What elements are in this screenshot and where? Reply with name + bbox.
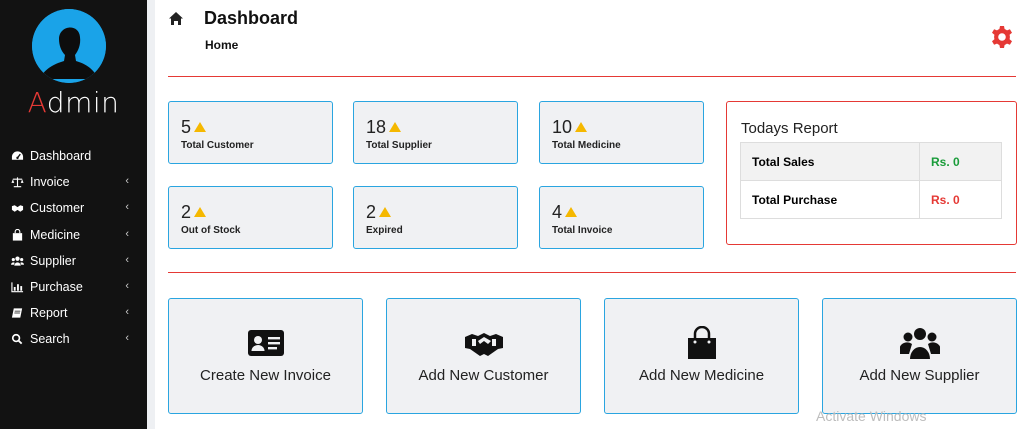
handshake-icon	[464, 333, 503, 356]
table-row: Total Purchase Rs. 0	[740, 180, 1002, 219]
users-icon	[9, 255, 25, 267]
stat-value: 5	[181, 117, 192, 137]
add-new-medicine-button[interactable]: Add New Medicine	[604, 298, 799, 414]
action-label: Add New Customer	[418, 367, 549, 384]
chevron-left-icon: ‹	[125, 306, 129, 319]
chevron-left-icon: ‹	[125, 332, 129, 345]
action-label: Add New Medicine	[638, 367, 765, 384]
sidebar-item-label: Purchase	[30, 280, 83, 295]
stat-card-total-invoice[interactable]: 4 Total Invoice	[539, 186, 704, 249]
warning-triangle-icon	[194, 122, 207, 132]
sidebar-item-label: Search	[30, 332, 70, 347]
avatar	[32, 9, 106, 83]
tachometer-icon	[9, 150, 25, 162]
stat-label: Total Customer	[181, 140, 254, 151]
stat-label: Total Medicine	[552, 140, 621, 151]
activation-watermark: Activate Windows	[816, 408, 927, 424]
report-row-value: Rs. 0	[919, 142, 1002, 181]
stat-card-total-customer[interactable]: 5 Total Customer	[168, 101, 333, 164]
chevron-left-icon: ‹	[125, 279, 129, 292]
handshake-icon	[9, 202, 25, 214]
report-row-label: Total Sales	[740, 142, 920, 181]
report-title: Todays Report	[741, 120, 838, 137]
sidebar-item-label: Supplier	[30, 253, 76, 268]
add-new-customer-button[interactable]: Add New Customer	[386, 298, 581, 414]
sidebar-item-invoice[interactable]: Invoice ‹	[0, 169, 147, 195]
stat-card-expired[interactable]: 2 Expired	[353, 186, 518, 249]
chevron-left-icon: ‹	[125, 201, 129, 214]
add-new-supplier-button[interactable]: Add New Supplier	[822, 298, 1017, 414]
sidebar-item-label: Medicine	[30, 227, 81, 242]
chevron-left-icon: ‹	[125, 253, 129, 266]
sidebar-item-purchase[interactable]: Purchase ‹	[0, 274, 147, 300]
stat-card-total-medicine[interactable]: 10 Total Medicine	[539, 101, 704, 164]
divider	[168, 272, 1016, 273]
sidebar-item-label: Invoice	[30, 175, 70, 190]
report-row-value: Rs. 0	[919, 180, 1002, 219]
id-card-icon	[247, 330, 284, 356]
stat-value: 2	[181, 202, 192, 222]
stat-card-out-of-stock[interactable]: 2 Out of Stock	[168, 186, 333, 249]
shopping-bag-icon	[687, 326, 716, 359]
book-icon	[9, 307, 25, 319]
sidebar-item-label: Dashboard	[30, 149, 92, 164]
stat-value: 2	[366, 202, 377, 222]
page-title: Dashboard	[204, 8, 299, 28]
report-row-label: Total Purchase	[740, 180, 920, 219]
gear-icon[interactable]	[990, 25, 1014, 49]
sidebar-item-search[interactable]: Search ‹	[0, 326, 147, 352]
sidebar-item-customer[interactable]: Customer ‹	[0, 195, 147, 221]
sidebar-item-report[interactable]: Report ‹	[0, 300, 147, 326]
breadcrumb[interactable]: Home	[205, 38, 238, 52]
report-table: Total Sales Rs. 0 Total Purchase Rs. 0	[740, 142, 1002, 219]
stat-card-total-supplier[interactable]: 18 Total Supplier	[353, 101, 518, 164]
stat-label: Out of Stock	[181, 225, 241, 236]
shopping-bag-icon	[9, 228, 25, 241]
stat-label: Expired	[366, 225, 403, 236]
balance-scale-icon	[9, 176, 25, 188]
warning-triangle-icon	[379, 207, 392, 217]
warning-triangle-icon	[575, 122, 588, 132]
main-content: Dashboard Home 5 Total Customer 18 Total…	[155, 0, 1024, 429]
todays-report-panel: Todays Report Total Sales Rs. 0 Total Pu…	[726, 101, 1017, 245]
table-row: Total Sales Rs. 0	[740, 142, 1002, 181]
home-icon[interactable]	[168, 11, 184, 26]
action-label: Add New Supplier	[859, 367, 980, 384]
search-icon	[9, 333, 25, 345]
chevron-left-icon: ‹	[125, 175, 129, 188]
users-icon	[899, 328, 940, 359]
warning-triangle-icon	[194, 207, 207, 217]
action-label: Create New Invoice	[200, 367, 331, 384]
sidebar-item-label: Customer	[30, 201, 85, 216]
stat-label: Total Invoice	[552, 225, 613, 236]
sidebar-menu: Dashboard Invoice ‹ Customer ‹ Medicine …	[0, 143, 147, 353]
sidebar-item-medicine[interactable]: Medicine ‹	[0, 222, 147, 248]
sidebar-item-dashboard[interactable]: Dashboard	[0, 143, 147, 169]
sidebar-item-label: Report	[30, 306, 68, 321]
warning-triangle-icon	[389, 122, 402, 132]
sidebar-item-supplier[interactable]: Supplier ‹	[0, 248, 147, 274]
stat-label: Total Supplier	[366, 140, 432, 151]
stat-value: 4	[552, 202, 563, 222]
bar-chart-icon	[9, 281, 25, 293]
user-silhouette-icon	[32, 9, 106, 83]
stat-value: 18	[366, 117, 387, 137]
brand-logo: Admin	[27, 86, 120, 119]
sidebar: Admin Dashboard Invoice ‹ Customer ‹ Med…	[0, 0, 147, 429]
chevron-left-icon: ‹	[125, 227, 129, 240]
warning-triangle-icon	[565, 207, 578, 217]
create-new-invoice-button[interactable]: Create New Invoice	[168, 298, 363, 414]
divider	[168, 76, 1016, 77]
stat-value: 10	[552, 117, 573, 137]
